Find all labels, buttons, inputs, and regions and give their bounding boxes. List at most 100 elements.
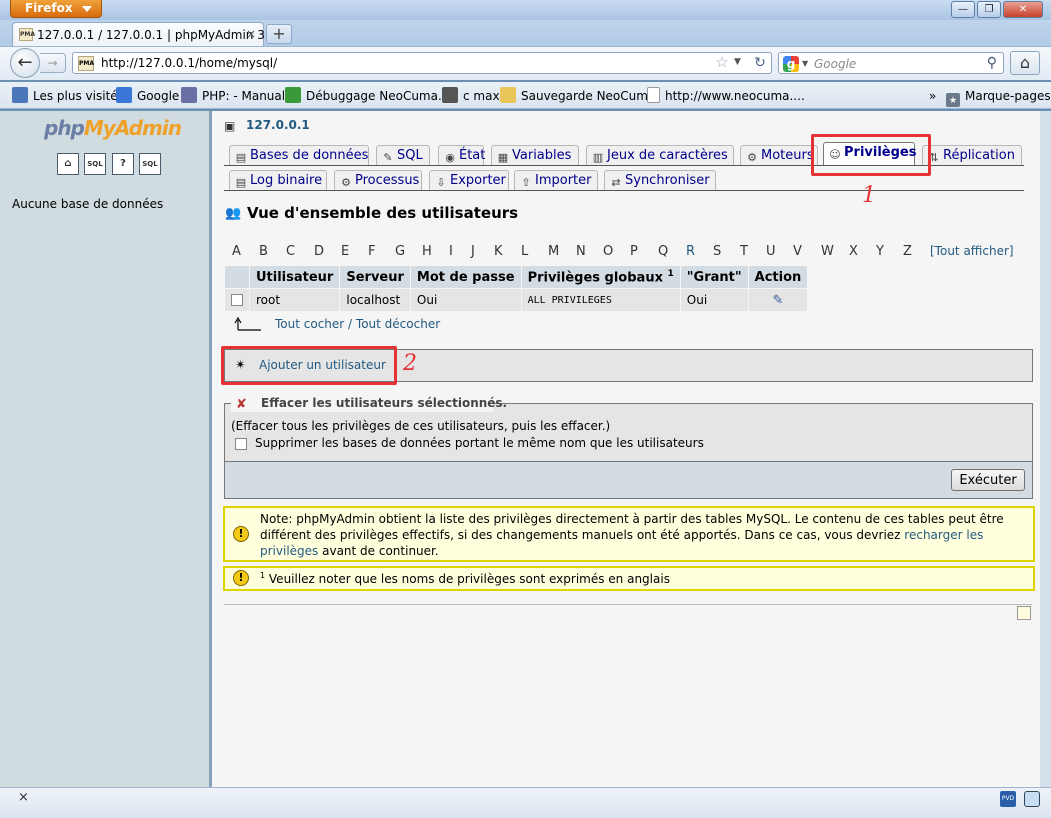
tab-variables[interactable]: ▦ Variables bbox=[491, 145, 579, 166]
delete-users-footer bbox=[225, 461, 1032, 498]
tab-status[interactable]: ◉ État bbox=[438, 145, 485, 166]
letter-link-k: K bbox=[494, 244, 503, 259]
delete-databases-label[interactable]: Supprimer les bases de données portant l… bbox=[255, 436, 704, 450]
tab-database[interactable]: ▤ Bases de données bbox=[229, 145, 369, 166]
table-icon bbox=[285, 87, 301, 103]
home-icon[interactable]: ⌂ bbox=[57, 153, 79, 175]
home-icon: ⌂ bbox=[1019, 53, 1031, 72]
chat-addon-icon[interactable] bbox=[1024, 791, 1040, 807]
row-select-cell bbox=[225, 289, 249, 311]
cell-action: ✎ bbox=[748, 289, 808, 311]
help-icon[interactable]: ? bbox=[112, 153, 134, 175]
delete-databases-checkbox[interactable] bbox=[235, 438, 247, 450]
close-addon-bar-icon[interactable]: × bbox=[18, 790, 29, 805]
execute-button[interactable]: Exécuter bbox=[951, 469, 1025, 491]
pma-favicon-icon: PMA bbox=[19, 28, 35, 41]
tab-import[interactable]: ⇧ Importer bbox=[514, 170, 598, 191]
tab-binlog[interactable]: ▤ Log binaire bbox=[229, 170, 327, 191]
check-links: Tout cocher / Tout décocher bbox=[275, 317, 440, 331]
close-window-button[interactable]: ✕ bbox=[1003, 1, 1043, 18]
english-names-notice-text: 1 Veuillez noter que les noms de privilè… bbox=[260, 571, 670, 586]
minimize-button[interactable]: — bbox=[951, 1, 975, 18]
print-view-icon[interactable] bbox=[1017, 606, 1031, 620]
tab-replication[interactable]: ⇅ Réplication bbox=[922, 145, 1022, 166]
google-icon[interactable]: g bbox=[783, 56, 799, 72]
bookmark-star-icon[interactable]: ☆ bbox=[714, 54, 730, 70]
bookmark-label: Sauvegarde NeoCuma bbox=[521, 89, 656, 103]
cell-host: localhost bbox=[340, 289, 410, 311]
annotation-box-add-user bbox=[221, 346, 397, 385]
export-icon: ⇩ bbox=[436, 176, 446, 189]
page-title: Vue d'ensemble des utilisateurs bbox=[247, 204, 519, 222]
bookmark-item[interactable]: Débuggage NeoCuma... bbox=[285, 87, 449, 105]
tab-label: Bases de données bbox=[250, 148, 369, 163]
charset-icon: ▥ bbox=[592, 151, 604, 164]
letter-link-r[interactable]: R bbox=[686, 244, 695, 259]
tab-label: Exporter bbox=[450, 173, 506, 188]
bookmark-item[interactable]: Google bbox=[116, 87, 179, 105]
search-icon[interactable]: ⚲ bbox=[987, 55, 997, 71]
bookmark-item[interactable]: Sauvegarde NeoCuma bbox=[500, 87, 655, 105]
letter-link-i: I bbox=[449, 244, 453, 259]
bookmark-label: http://www.neocuma.... bbox=[665, 89, 805, 103]
browser-tab-active[interactable]: PMA 127.0.0.1 / 127.0.0.1 | phpMyAdmin 3… bbox=[12, 22, 288, 46]
reload-button[interactable]: ↻ bbox=[750, 53, 770, 73]
cell-password: Oui bbox=[410, 289, 521, 311]
new-tab-button[interactable]: + bbox=[266, 24, 292, 44]
bookmarks-overflow-button[interactable]: » bbox=[929, 87, 936, 105]
tab-process[interactable]: ⚙ Processus bbox=[334, 170, 422, 191]
bookmarks-menu-button[interactable]: ★ Marque-pages bbox=[946, 87, 1051, 107]
table-row: root localhost Oui ALL PRIVILEGES Oui ✎ bbox=[225, 289, 808, 311]
content-divider bbox=[224, 604, 1032, 605]
letter-link-a: A bbox=[232, 244, 241, 259]
tab-export[interactable]: ⇩ Exporter bbox=[429, 170, 509, 191]
letter-link-s: S bbox=[713, 244, 722, 259]
search-bar[interactable]: g ▼ Google ⚲ bbox=[778, 52, 1004, 74]
column-header-action: Action bbox=[748, 266, 808, 288]
check-all-link[interactable]: Tout cocher bbox=[275, 317, 344, 331]
bookmark-item[interactable]: http://www.neocuma.... bbox=[647, 87, 805, 105]
phpmyadmin-logo[interactable]: phpMyAdmin bbox=[44, 116, 182, 140]
tab-charset[interactable]: ▥ Jeux de caractères bbox=[586, 145, 734, 166]
tab-sync[interactable]: ⇄ Synchroniser bbox=[604, 170, 716, 191]
bookmark-item[interactable]: PHP: - Manual bbox=[181, 87, 285, 105]
bookmark-item[interactable]: c max bbox=[442, 87, 500, 105]
page-icon bbox=[647, 87, 660, 103]
tab-sql[interactable]: ✎ SQL bbox=[376, 145, 430, 166]
bookmark-label: Google bbox=[137, 89, 180, 103]
maximize-button[interactable]: ❐ bbox=[977, 1, 1001, 18]
php-icon bbox=[181, 87, 197, 103]
url-text[interactable]: http://127.0.0.1/home/mysql/ bbox=[101, 56, 277, 70]
letter-link-g: G bbox=[395, 244, 406, 259]
sync-icon: ⇄ bbox=[611, 176, 621, 189]
users-icon: 👥 bbox=[225, 206, 242, 221]
pvd-addon-icon[interactable]: PVD bbox=[1000, 791, 1016, 807]
annotation-number-1: 1 bbox=[862, 183, 876, 208]
url-history-dropdown-icon[interactable]: ▼ bbox=[734, 57, 741, 67]
folder-icon bbox=[500, 87, 516, 103]
bookmark-label: c max bbox=[463, 89, 500, 103]
edit-privileges-icon[interactable]: ✎ bbox=[773, 293, 784, 308]
server-link[interactable]: 127.0.0.1 bbox=[246, 118, 310, 132]
url-bar[interactable]: PMA http://127.0.0.1/home/mysql/ bbox=[72, 52, 772, 74]
close-tab-icon[interactable]: × bbox=[244, 27, 258, 41]
firefox-menu-button[interactable]: Firefox bbox=[10, 0, 102, 18]
row-checkbox[interactable] bbox=[231, 294, 243, 306]
home-button[interactable]: ⌂ bbox=[1010, 51, 1040, 75]
show-all-link[interactable]: [Tout afficher] bbox=[930, 244, 1014, 258]
back-button[interactable]: ← bbox=[10, 48, 40, 78]
engines-icon: ⚙ bbox=[747, 151, 757, 164]
tab-engines[interactable]: ⚙ Moteurs bbox=[740, 145, 818, 166]
uncheck-all-link[interactable]: Tout décocher bbox=[356, 317, 440, 331]
docs-icon[interactable]: SQL bbox=[139, 153, 161, 175]
letter-link-u: U bbox=[766, 244, 776, 259]
sql-icon[interactable]: SQL bbox=[84, 153, 106, 175]
forward-button[interactable]: → bbox=[40, 53, 66, 73]
delete-users-legend: Effacer les utilisateurs sélectionnés. bbox=[261, 396, 508, 410]
import-icon: ⇧ bbox=[521, 176, 531, 189]
bookmarks-menu-icon: ★ bbox=[946, 93, 960, 107]
letter-link-o: O bbox=[603, 244, 614, 259]
search-engine-dropdown-icon[interactable]: ▼ bbox=[802, 59, 808, 68]
tab-label: Log binaire bbox=[250, 173, 323, 188]
bookmark-item[interactable]: Les plus visités bbox=[12, 87, 124, 105]
